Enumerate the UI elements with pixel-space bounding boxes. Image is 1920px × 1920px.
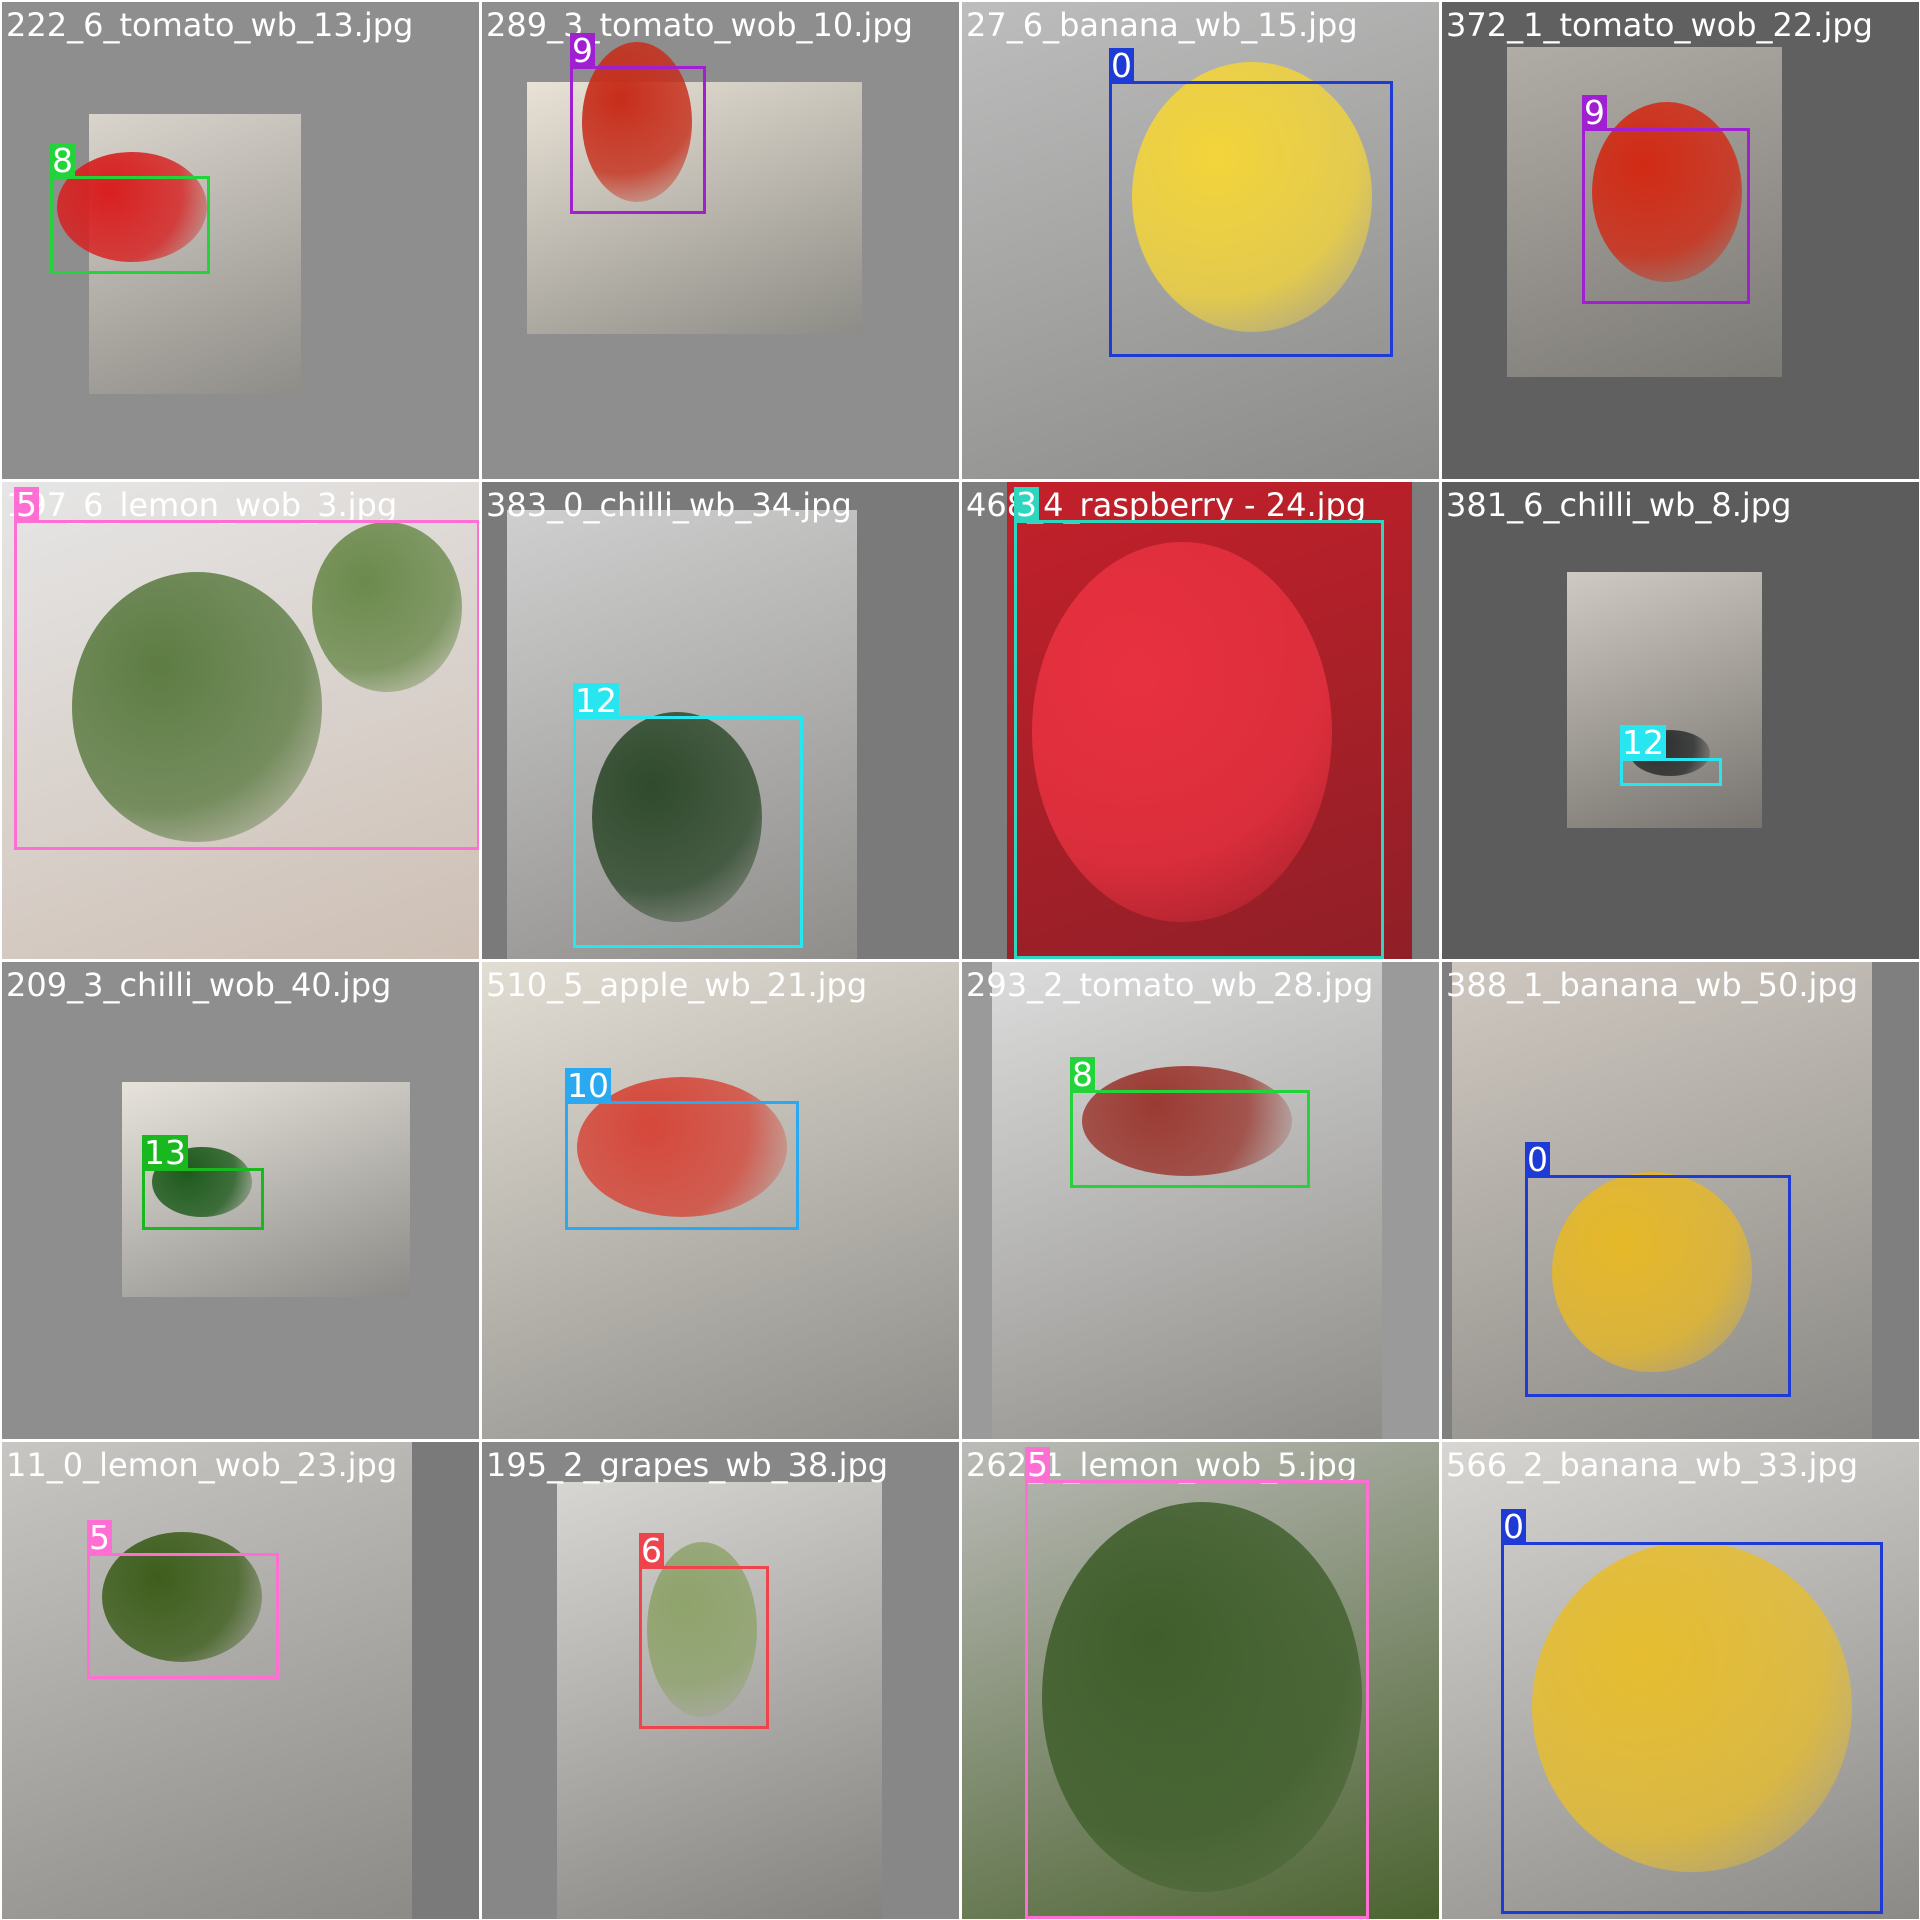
- mosaic-tile: 383_0_chilli_wb_34.jpg 12: [482, 482, 959, 959]
- detection-mosaic: 222_6_tomato_wb_13.jpg 8 289_3_tomato_wob_…: [0, 0, 1920, 1920]
- filename-label: 381_6_chilli_wb_8.jpg: [1446, 486, 1792, 524]
- bounding-box: 0: [1525, 1142, 1791, 1397]
- mosaic-tile: 11_0_lemon_wob_23.jpg 5: [2, 1442, 479, 1919]
- class-label: 8: [50, 141, 75, 180]
- photo: [2, 1442, 412, 1919]
- bounding-box: 8: [50, 143, 210, 274]
- class-label: 0: [1525, 1140, 1550, 1179]
- mosaic-tile: 566_2_banana_wb_33.jpg 0: [1442, 1442, 1919, 1919]
- bounding-box: 9: [1582, 95, 1750, 304]
- mosaic-tile: 27_6_banana_wb_15.jpg 0: [962, 2, 1439, 479]
- bounding-box: 13: [142, 1135, 264, 1230]
- class-label: 12: [1620, 723, 1666, 762]
- class-label: 8: [1070, 1055, 1095, 1094]
- filename-label: 195_2_grapes_wb_38.jpg: [486, 1446, 889, 1484]
- class-label: 13: [142, 1133, 188, 1172]
- mosaic-tile: 197_6_lemon_wob_3.jpg 5: [2, 482, 479, 959]
- mosaic-tile: 381_6_chilli_wb_8.jpg 12: [1442, 482, 1919, 959]
- class-label: 9: [570, 31, 595, 70]
- class-label: 9: [1582, 93, 1607, 132]
- mosaic-tile: 388_1_banana_wb_50.jpg 0: [1442, 962, 1919, 1439]
- filename-label: 289_3_tomato_wob_10.jpg: [486, 6, 913, 44]
- filename-label: 222_6_tomato_wb_13.jpg: [6, 6, 414, 44]
- bounding-box: 5: [87, 1520, 279, 1679]
- mosaic-tile: 262_1_lemon_wob_5.jpg 5: [962, 1442, 1439, 1919]
- class-label: 5: [1025, 1445, 1050, 1484]
- bounding-box: 5: [1025, 1447, 1369, 1919]
- photo: [1567, 572, 1762, 828]
- mosaic-tile: 372_1_tomato_wob_22.jpg 9: [1442, 2, 1919, 479]
- bounding-box: 0: [1109, 48, 1393, 357]
- mosaic-tile: 222_6_tomato_wb_13.jpg 8: [2, 2, 479, 479]
- class-label: 10: [565, 1066, 611, 1105]
- filename-label: 372_1_tomato_wob_22.jpg: [1446, 6, 1873, 44]
- bounding-box: 12: [573, 683, 803, 948]
- bounding-box: 10: [565, 1068, 799, 1230]
- bounding-box: 8: [1070, 1057, 1310, 1188]
- mosaic-tile: 195_2_grapes_wb_38.jpg 6: [482, 1442, 959, 1919]
- photo: [992, 962, 1382, 1439]
- bounding-box: 6: [639, 1533, 769, 1729]
- class-label: 5: [14, 485, 39, 524]
- class-label: 0: [1501, 1507, 1526, 1546]
- mosaic-tile: 293_2_tomato_wb_28.jpg 8: [962, 962, 1439, 1439]
- filename-label: 209_3_chilli_wob_40.jpg: [6, 966, 392, 1004]
- class-label: 12: [573, 681, 619, 720]
- bounding-box: 5: [14, 487, 479, 850]
- bounding-box: 12: [1620, 725, 1722, 786]
- mosaic-tile: 510_5_apple_wb_21.jpg 10: [482, 962, 959, 1439]
- bounding-box: 0: [1501, 1509, 1883, 1914]
- mosaic-tile: 209_3_chilli_wob_40.jpg 13: [2, 962, 479, 1439]
- bounding-box: 3: [1014, 487, 1384, 959]
- mosaic-tile: 468_4_raspberry - 24.jpg 3: [962, 482, 1439, 959]
- class-label: 0: [1109, 46, 1134, 85]
- class-label: 6: [639, 1531, 664, 1570]
- class-label: 5: [87, 1518, 112, 1557]
- class-label: 3: [1014, 485, 1039, 524]
- bounding-box: 9: [570, 33, 706, 214]
- mosaic-tile: 289_3_tomato_wob_10.jpg 9: [482, 2, 959, 479]
